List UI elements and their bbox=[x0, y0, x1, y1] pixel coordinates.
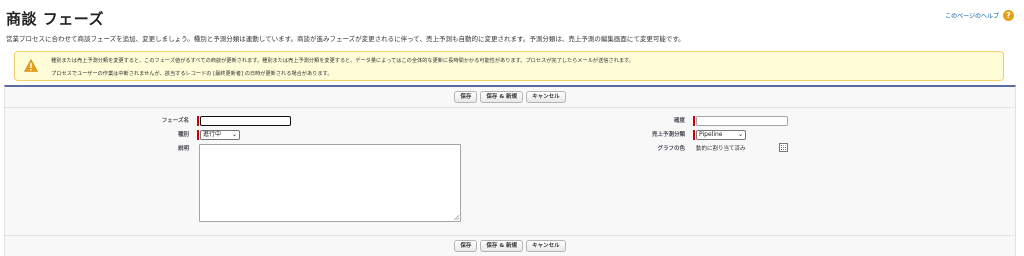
forecast-select-value: Pipeline bbox=[699, 131, 723, 138]
divider bbox=[5, 107, 1015, 108]
warning-icon bbox=[24, 59, 38, 72]
phase-name-label: フェーズ名 bbox=[161, 118, 189, 124]
warning-line-1: 種別または売上予測分類を変更すると、このフェーズ値がるすべての商談が更新されます… bbox=[51, 58, 634, 64]
graph-color-value: 動的に割り当て済み bbox=[696, 146, 746, 152]
warning-box: 種別または売上予測分類を変更すると、このフェーズ値がるすべての商談が更新されます… bbox=[14, 51, 1004, 81]
edit-form-panel: 保存 保存 & 新規 キャンセル フェーズ名 種別 進行中 ⌄ 説明 確度 売上… bbox=[4, 85, 1016, 256]
page-title: 商談 フェーズ bbox=[6, 10, 104, 28]
cancel-button[interactable]: キャンセル bbox=[526, 240, 566, 252]
phase-name-input[interactable] bbox=[200, 116, 291, 126]
intro-text: 営業プロセスに合わせて商談フェーズを追加、変更しましょう。種別と予測分類は連動し… bbox=[6, 35, 685, 43]
save-new-button[interactable]: 保存 & 新規 bbox=[480, 91, 524, 103]
save-new-button[interactable]: 保存 & 新規 bbox=[480, 240, 524, 252]
type-select[interactable]: 進行中 ⌄ bbox=[200, 130, 240, 140]
color-picker-icon[interactable] bbox=[779, 143, 788, 152]
warning-line-2: プロセスでユーザーの作業は中断されませんが、該当するレコードの [最終更新者] … bbox=[51, 71, 333, 77]
description-textarea[interactable] bbox=[199, 144, 461, 222]
graph-color-label: グラフの色 bbox=[657, 146, 685, 152]
help-link[interactable]: このページのヘルプ bbox=[945, 11, 999, 20]
bottom-button-row: 保存 保存 & 新規 キャンセル bbox=[5, 240, 1015, 252]
forecast-category-select[interactable]: Pipeline ⌄ bbox=[696, 130, 746, 140]
required-marker bbox=[197, 130, 199, 140]
required-marker bbox=[693, 116, 695, 126]
cancel-button[interactable]: キャンセル bbox=[526, 91, 566, 103]
help-icon[interactable]: ? bbox=[1003, 10, 1014, 21]
chevron-down-icon: ⌄ bbox=[231, 131, 237, 138]
help-area[interactable]: このページのヘルプ ? bbox=[945, 10, 1014, 21]
description-label: 説明 bbox=[177, 146, 189, 152]
top-button-row: 保存 保存 & 新規 キャンセル bbox=[5, 91, 1015, 103]
type-select-value: 進行中 bbox=[203, 131, 222, 138]
resize-handle-icon[interactable] bbox=[454, 215, 459, 220]
forecast-category-label: 売上予測分類 bbox=[651, 132, 685, 138]
required-marker bbox=[693, 130, 695, 140]
chevron-down-icon: ⌄ bbox=[737, 131, 743, 138]
required-marker bbox=[197, 116, 199, 126]
probability-input[interactable] bbox=[696, 116, 788, 126]
probability-label: 確度 bbox=[673, 118, 685, 124]
save-button[interactable]: 保存 bbox=[454, 91, 478, 103]
divider bbox=[5, 235, 1015, 236]
type-label: 種別 bbox=[177, 132, 189, 138]
save-button[interactable]: 保存 bbox=[454, 240, 478, 252]
